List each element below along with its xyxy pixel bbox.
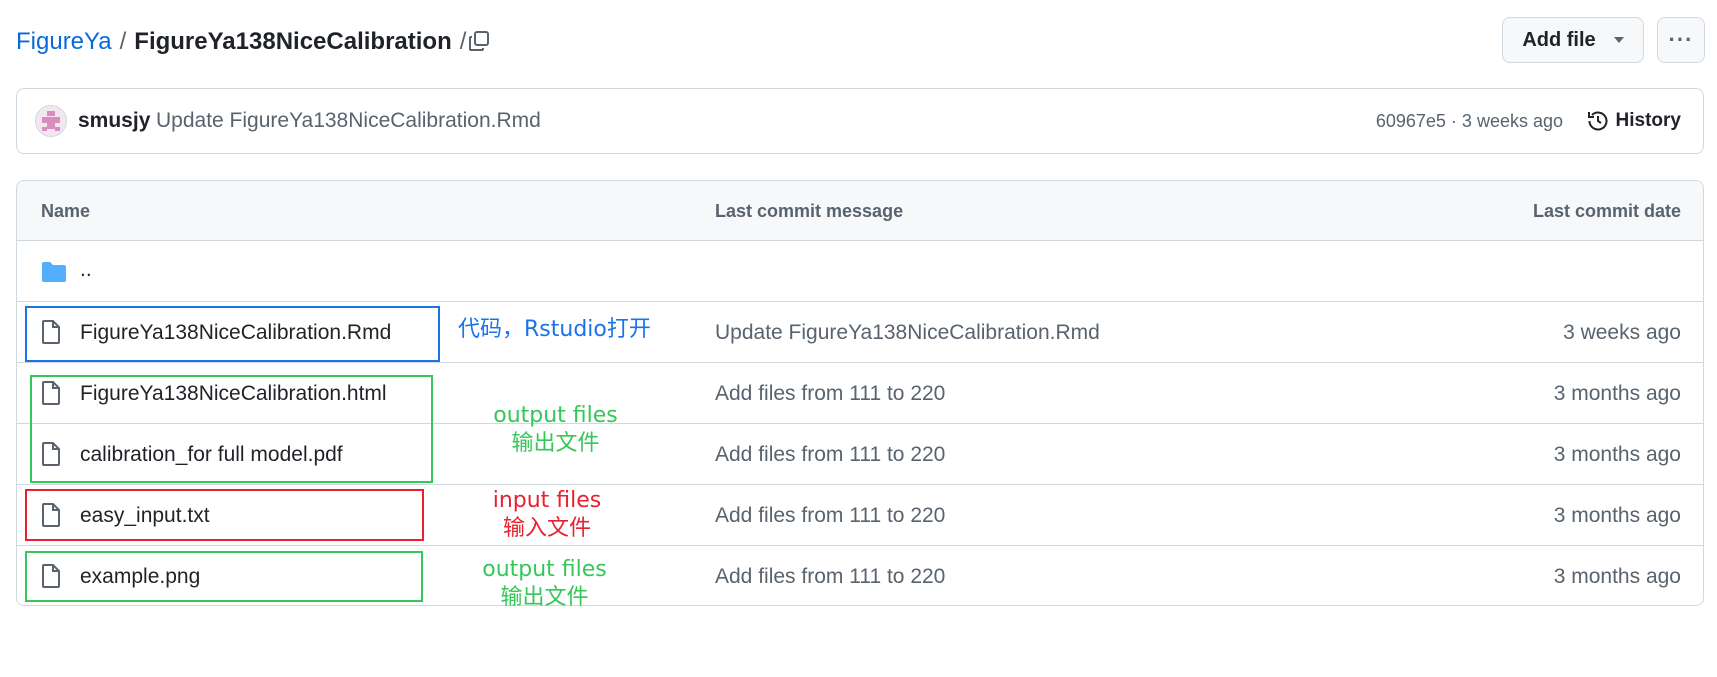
avatar[interactable] <box>35 105 67 137</box>
breadcrumb: FigureYa / FigureYa138NiceCalibration / <box>16 22 474 62</box>
copy-icon <box>469 31 489 51</box>
add-file-button[interactable]: Add file <box>1502 17 1644 63</box>
breadcrumb-owner-link[interactable]: FigureYa <box>16 28 112 56</box>
column-header-message: Last commit message <box>715 201 904 221</box>
commit-date: 3 weeks ago <box>1563 321 1681 344</box>
history-label: History <box>1615 110 1681 131</box>
commit-date: 3 months ago <box>1553 443 1681 466</box>
code-annotation: 代码，Rstudio打开 <box>458 317 651 342</box>
avatar-icon <box>42 111 60 131</box>
copy-path-button[interactable] <box>462 24 496 58</box>
commit-message-link[interactable]: Add files from 111 to 220 <box>715 565 945 589</box>
commit-date: 3 months ago <box>1553 504 1681 527</box>
commit-message-link[interactable]: Update FigureYa138NiceCalibration.Rmd <box>715 321 1100 345</box>
output-annotation-1-en: output files <box>493 403 618 428</box>
code-file-highlight-box <box>25 306 440 362</box>
table-header: Name Last commit message Last commit dat… <box>17 181 1703 241</box>
more-options-button[interactable]: ··· <box>1657 17 1705 63</box>
output-files-highlight-box <box>30 375 433 483</box>
history-icon <box>1587 111 1607 131</box>
column-header-name: Name <box>41 201 91 221</box>
commit-meta[interactable]: 60967e5 · 3 weeks ago <box>1376 111 1563 132</box>
input-annotation-en: input files <box>492 488 602 513</box>
commit-date: 3 months ago <box>1553 565 1681 588</box>
commit-author[interactable]: smusjy <box>78 109 150 133</box>
commit-message[interactable]: Update FigureYa138NiceCalibration.Rmd <box>156 109 541 133</box>
commit-date: 3 months ago <box>1553 382 1681 405</box>
folder-icon <box>42 262 66 282</box>
add-file-label: Add file <box>1522 28 1596 51</box>
commit-message-link[interactable]: Add files from 111 to 220 <box>715 504 945 528</box>
caret-down-icon <box>1613 37 1624 43</box>
output-file-highlight-box <box>25 551 423 602</box>
kebab-icon: ··· <box>1668 27 1694 52</box>
column-header-date: Last commit date <box>1532 201 1681 221</box>
output-annotation-2-en: output files <box>482 557 607 582</box>
breadcrumb-separator: / <box>119 28 127 55</box>
output-annotation-1-zh: 输出文件 <box>511 431 600 456</box>
parent-directory-row[interactable]: .. <box>17 241 1703 302</box>
parent-directory-link[interactable]: .. <box>80 258 92 282</box>
output-annotation-1: output files 输出文件 <box>489 402 622 458</box>
output-annotation-2-zh: 输出文件 <box>500 585 589 610</box>
breadcrumb-repo: FigureYa138NiceCalibration <box>134 28 452 55</box>
input-annotation: input files 输入文件 <box>489 487 605 543</box>
output-annotation-2: output files 输出文件 <box>478 556 611 612</box>
commit-message-link[interactable]: Add files from 111 to 220 <box>715 443 945 467</box>
input-annotation-zh: 输入文件 <box>502 516 591 541</box>
latest-commit-bar: smusjy Update FigureYa138NiceCalibration… <box>16 88 1704 154</box>
input-file-highlight-box <box>25 489 424 541</box>
commit-message-link[interactable]: Add files from 111 to 220 <box>715 382 945 406</box>
history-button[interactable]: History <box>1586 103 1681 139</box>
